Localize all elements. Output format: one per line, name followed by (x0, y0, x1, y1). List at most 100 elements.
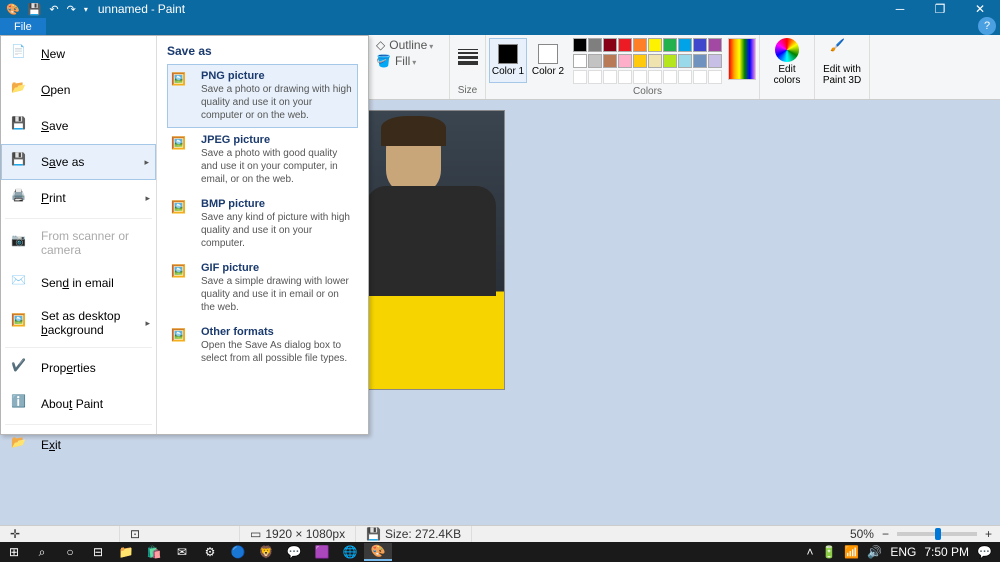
file-size: 💾 Size: 272.4KB (356, 526, 472, 542)
notifications-icon[interactable]: 💬 (977, 545, 992, 559)
saveas-png[interactable]: 🖼️PNG pictureSave a photo or drawing wit… (167, 64, 358, 128)
color-swatch[interactable] (678, 38, 692, 52)
color-swatch[interactable] (603, 54, 617, 68)
color-swatch[interactable] (693, 38, 707, 52)
color-swatch[interactable] (663, 38, 677, 52)
color-swatch[interactable] (633, 54, 647, 68)
zoom-slider[interactable] (897, 532, 977, 536)
custom-swatch[interactable] (693, 70, 707, 84)
filemenu-about-paint[interactable]: ℹ️About Paint (1, 386, 156, 422)
mail-icon[interactable]: ✉ (168, 542, 196, 562)
clock[interactable]: 7:50 PM (924, 545, 969, 559)
qat-dropdown[interactable]: ▾ (84, 5, 88, 14)
color-swatch[interactable] (618, 38, 632, 52)
color-swatch[interactable] (708, 38, 722, 52)
file-menu: 📄New📂Open💾Save💾Save as▸🖨️Print▸📷From sca… (0, 35, 369, 435)
filemenu-set-as-desktop-background[interactable]: 🖼️Set as desktop background▸ (1, 301, 156, 345)
color-spectrum[interactable] (728, 38, 756, 80)
app-icon[interactable]: 🟪 (308, 542, 336, 562)
custom-swatch[interactable] (663, 70, 677, 84)
color-swatch[interactable] (618, 54, 632, 68)
save-icon[interactable]: 💾 (28, 3, 42, 16)
undo-icon[interactable]: ↶ (49, 3, 58, 16)
custom-swatch[interactable] (603, 70, 617, 84)
minimize-button[interactable]: ─ (880, 0, 920, 18)
statusbar: ✛ ⊡ ▭ 1920 × 1080px 💾 Size: 272.4KB 50% … (0, 525, 1000, 542)
zoom-in-button[interactable]: + (985, 527, 992, 541)
filemenu-save-as[interactable]: 💾Save as▸ (1, 144, 156, 180)
saveas-other[interactable]: 🖼️Other formatsOpen the Save As dialog b… (167, 320, 358, 371)
color-swatch[interactable] (693, 54, 707, 68)
store-icon[interactable]: 🛍️ (140, 542, 168, 562)
outline-dropdown[interactable]: ◇Outline (376, 38, 443, 52)
zoom-out-button[interactable]: − (882, 527, 889, 541)
filemenu-open[interactable]: 📂Open (1, 72, 156, 108)
quick-access-toolbar: 🎨 💾 ↶ ↷ ▾ (0, 3, 94, 16)
image-dims: ▭ 1920 × 1080px (240, 526, 356, 542)
color-swatch[interactable] (678, 54, 692, 68)
color-swatch[interactable] (573, 54, 587, 68)
start-button[interactable]: ⊞ (0, 542, 28, 562)
color-palette[interactable] (573, 38, 722, 84)
filemenu-save[interactable]: 💾Save (1, 108, 156, 144)
help-icon[interactable]: ? (978, 17, 996, 35)
custom-swatch[interactable] (648, 70, 662, 84)
settings-icon[interactable]: ⚙ (196, 542, 224, 562)
custom-swatch[interactable] (708, 70, 722, 84)
custom-swatch[interactable] (678, 70, 692, 84)
search-button[interactable]: ⌕ (28, 542, 56, 562)
color-swatch[interactable] (648, 38, 662, 52)
maximize-button[interactable]: ❐ (920, 0, 960, 18)
battery-icon[interactable]: 🔋 (821, 545, 836, 559)
redo-icon[interactable]: ↷ (67, 3, 76, 16)
volume-icon[interactable]: 🔊 (867, 545, 882, 559)
zoom-level: 50% (850, 527, 874, 541)
color2-button[interactable]: Color 2 (529, 38, 567, 83)
color-swatch[interactable] (588, 54, 602, 68)
paint-icon: 🎨 (6, 3, 20, 16)
filemenu-print[interactable]: 🖨️Print▸ (1, 180, 156, 216)
cursor-pos: ✛ (0, 526, 120, 542)
color-swatch[interactable] (663, 54, 677, 68)
custom-swatch[interactable] (618, 70, 632, 84)
explorer-icon[interactable]: 📁 (112, 542, 140, 562)
color-swatch[interactable] (708, 54, 722, 68)
color-swatch[interactable] (573, 38, 587, 52)
titlebar: 🎨 💾 ↶ ↷ ▾ unnamed - Paint ─ ❐ ✕ (0, 0, 1000, 18)
ribbon-tabs: File ? (0, 18, 1000, 35)
color-swatch[interactable] (648, 54, 662, 68)
saveas-gif[interactable]: 🖼️GIF pictureSave a simple drawing with … (167, 256, 358, 320)
window-title: unnamed - Paint (98, 2, 185, 16)
color1-button[interactable]: Color 1 (489, 38, 527, 83)
selection-size: ⊡ (120, 526, 240, 542)
custom-swatch[interactable] (633, 70, 647, 84)
chrome-icon[interactable]: 🔵 (224, 542, 252, 562)
filemenu-new[interactable]: 📄New (1, 36, 156, 72)
filemenu-exit[interactable]: 📂Exit (1, 427, 156, 463)
saveas-jpeg[interactable]: 🖼️JPEG pictureSave a photo with good qua… (167, 128, 358, 192)
file-tab[interactable]: File (0, 18, 46, 35)
filemenu-properties[interactable]: ✔️Properties (1, 350, 156, 386)
discord-icon[interactable]: 💬 (280, 542, 308, 562)
color-swatch[interactable] (588, 38, 602, 52)
paint3d-button[interactable]: 🖌️ Edit with Paint 3D (821, 38, 863, 86)
language-indicator[interactable]: ENG (890, 545, 916, 559)
size-dropdown[interactable] (454, 38, 482, 76)
saveas-panel-title: Save as (167, 44, 358, 58)
fill-dropdown[interactable]: 🪣Fill (376, 54, 443, 68)
close-button[interactable]: ✕ (960, 0, 1000, 18)
taskview-button[interactable]: ⊟ (84, 542, 112, 562)
filemenu-send-in-email[interactable]: ✉️Send in email (1, 265, 156, 301)
saveas-bmp[interactable]: 🖼️BMP pictureSave any kind of picture wi… (167, 192, 358, 256)
wifi-icon[interactable]: 📶 (844, 545, 859, 559)
custom-swatch[interactable] (573, 70, 587, 84)
cortana-button[interactable]: ○ (56, 542, 84, 562)
color-swatch[interactable] (633, 38, 647, 52)
edit-colors-button[interactable]: Edit colors (766, 38, 808, 86)
paint-task-icon[interactable]: 🎨 (364, 543, 392, 561)
color-swatch[interactable] (603, 38, 617, 52)
tray-chevron[interactable]: ˄ (806, 545, 813, 559)
edge-icon[interactable]: 🌐 (336, 542, 364, 562)
custom-swatch[interactable] (588, 70, 602, 84)
brave-icon[interactable]: 🦁 (252, 542, 280, 562)
